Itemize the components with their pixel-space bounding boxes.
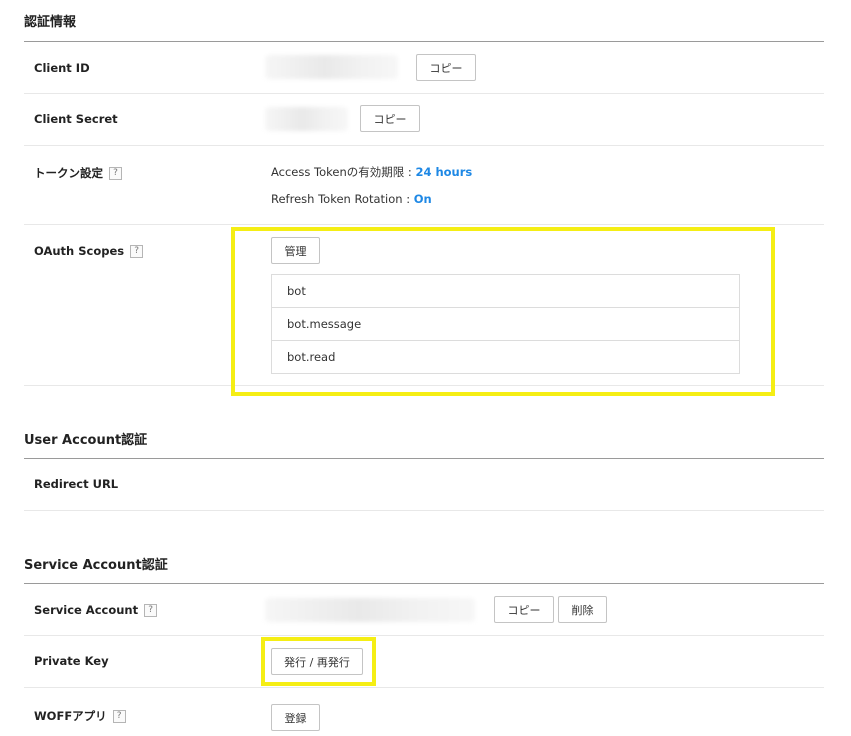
auth-info-divider [24,41,824,42]
service-account-divider [24,583,824,584]
oauth-scopes-highlight [231,227,775,396]
help-icon[interactable]: ? [130,244,144,258]
service-account-copy-button[interactable]: コピー [494,596,554,623]
row-divider [24,93,824,94]
service-account-value-blurred [265,598,475,622]
row-divider [24,635,824,636]
row-divider [24,687,824,688]
service-account-title: Service Account認証 [24,558,168,573]
service-account-label: Service Account ? [34,603,158,617]
redirect-url-label: Redirect URL [34,477,119,491]
private-key-label: Private Key [34,654,109,668]
user-account-title: User Account認証 [24,433,148,448]
token-settings-label: トークン設定 ? [34,165,122,181]
private-key-highlight [261,637,376,686]
woff-app-label: WOFFアプリ ? [34,708,126,724]
oauth-scopes-label: OAuth Scopes ? [34,244,144,258]
row-divider [24,145,824,146]
row-divider [24,510,824,511]
service-account-delete-button[interactable]: 削除 [558,596,607,623]
client-id-value-blurred [265,55,398,79]
access-token-expiry-value: 24 hours [415,165,473,179]
client-id-label: Client ID [34,61,90,75]
client-id-copy-button[interactable]: コピー [416,54,476,81]
row-divider [24,224,824,225]
user-account-divider [24,458,824,459]
client-secret-label: Client Secret [34,112,118,126]
auth-info-title: 認証情報 [24,15,77,30]
client-secret-value-blurred [265,107,348,131]
help-icon[interactable]: ? [112,709,126,723]
help-icon[interactable]: ? [144,603,158,617]
refresh-token-rotation: Refresh Token Rotation : On [271,192,432,206]
help-icon[interactable]: ? [109,166,122,180]
refresh-token-rotation-value: On [413,192,432,206]
woff-register-button[interactable]: 登録 [271,704,320,731]
client-secret-copy-button[interactable]: コピー [360,105,420,132]
access-token-expiry: Access Tokenの有効期限 : 24 hours [271,165,473,179]
